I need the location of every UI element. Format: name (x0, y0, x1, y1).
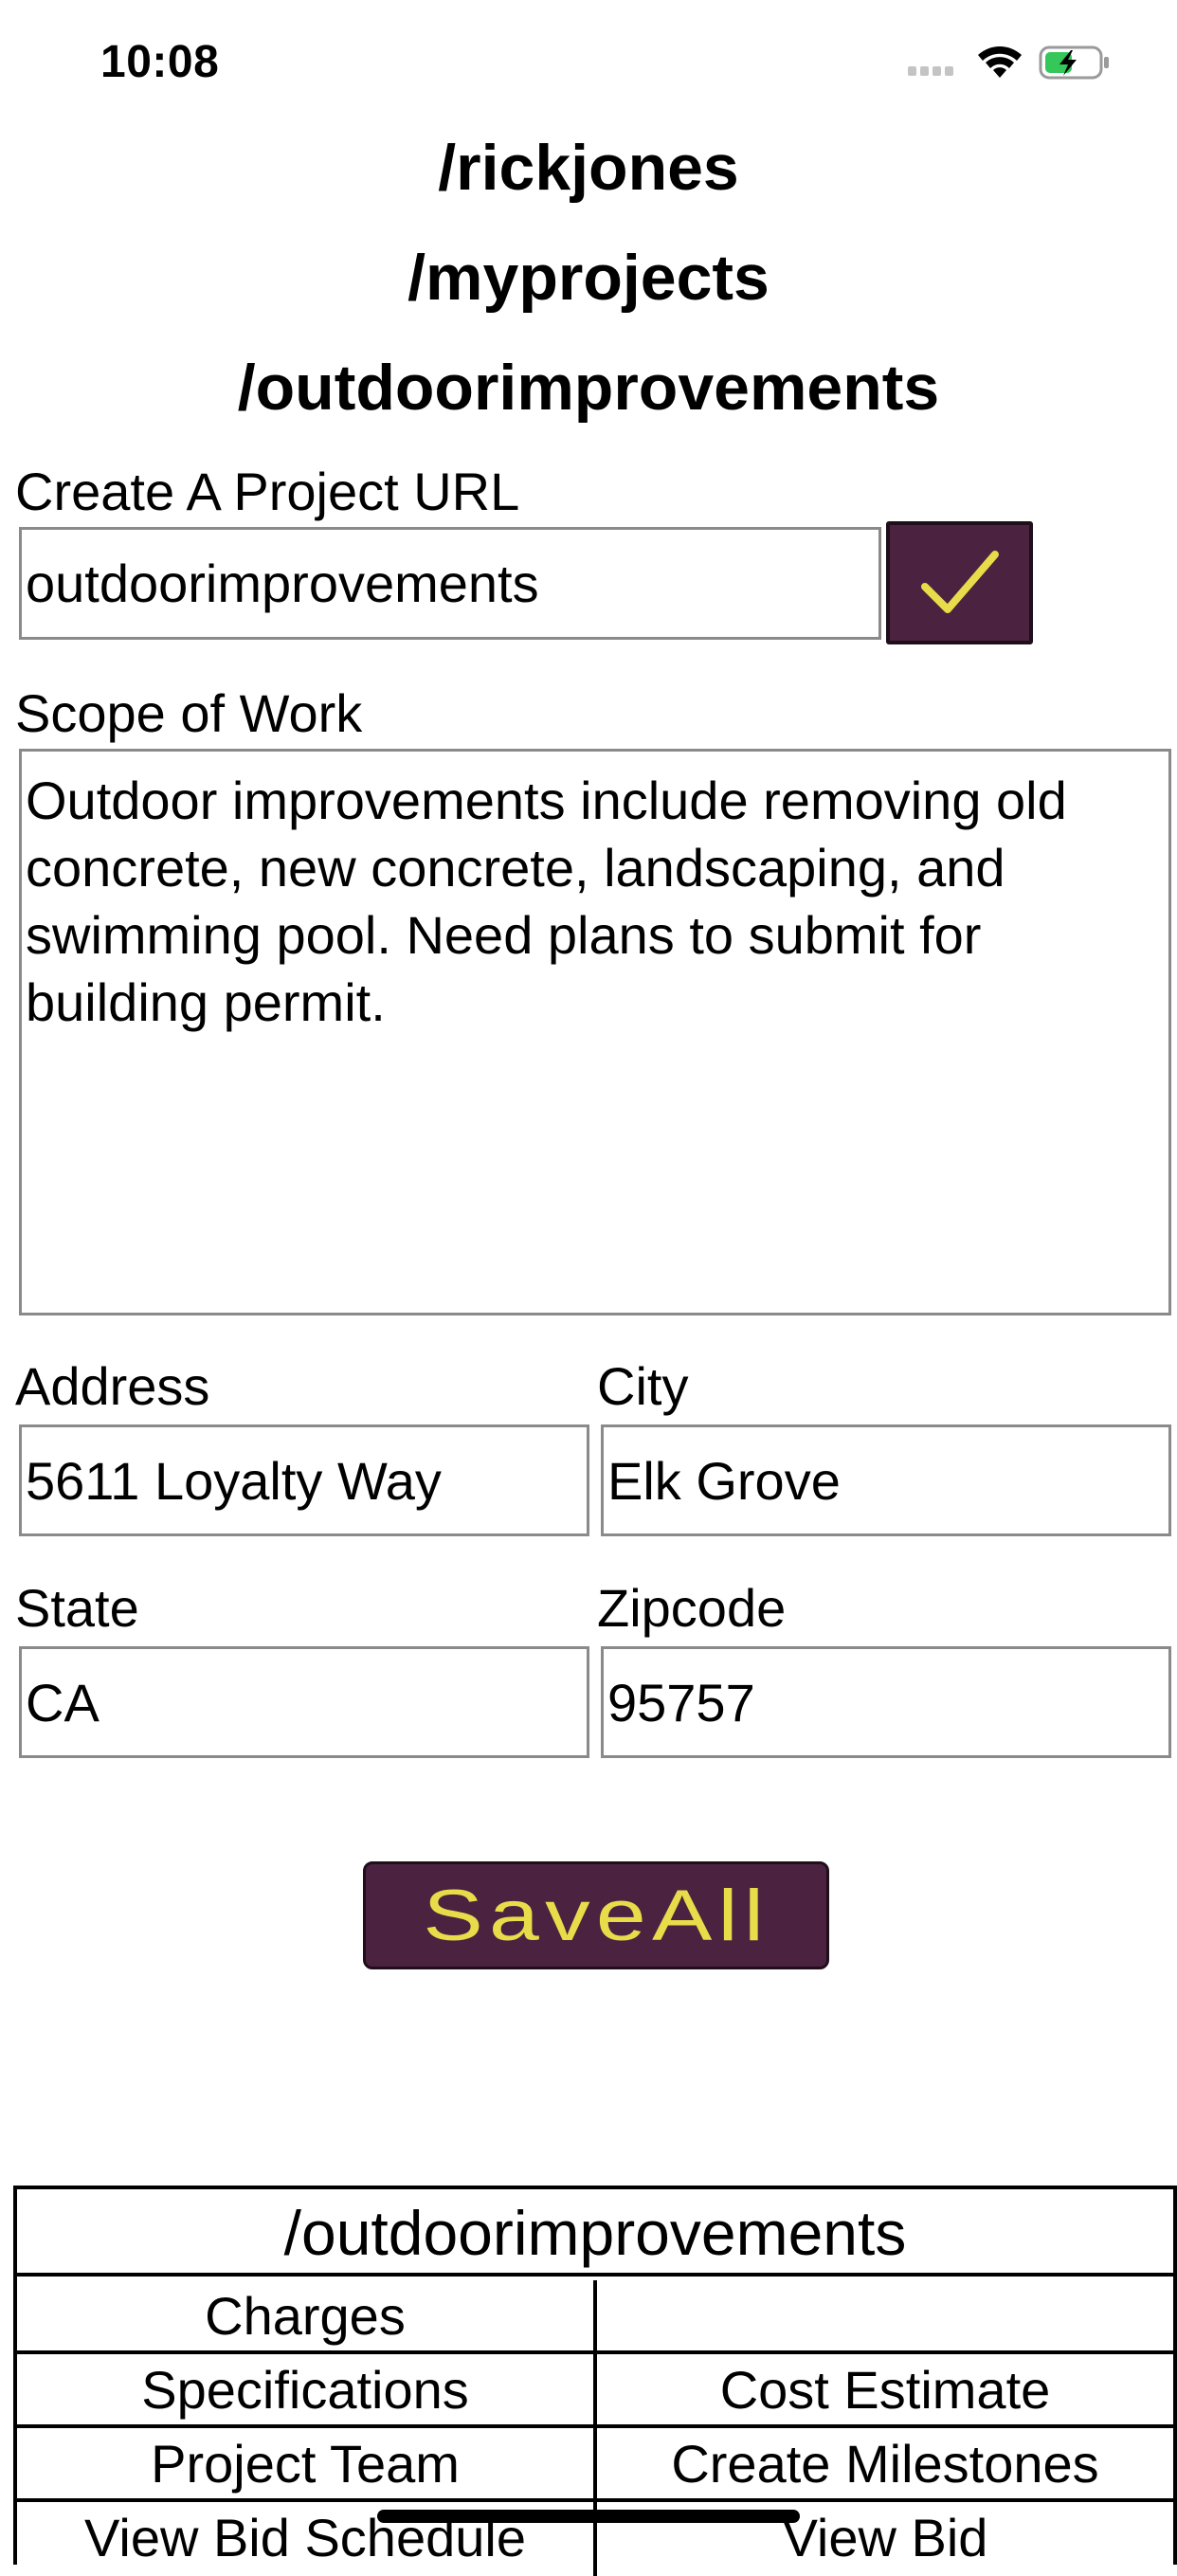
nav-project-team[interactable]: Project Team (17, 2428, 597, 2502)
path-section: /myprojects (407, 242, 770, 314)
nav-create-milestones[interactable]: Create Milestones (597, 2428, 1173, 2502)
scope-line: swimming pool. Need plans to submit for (26, 905, 982, 965)
city-input[interactable]: Elk Grove (601, 1424, 1171, 1536)
address-input[interactable]: 5611 Loyalty Way (19, 1424, 589, 1536)
address-label: Address (15, 1356, 210, 1416)
path-project: /outdoorimprovements (237, 352, 940, 424)
status-time: 10:08 (100, 37, 220, 87)
scope-line: concrete, new concrete, landscaping, and (26, 838, 1005, 898)
project-nav-table: /outdoorimprovements Charges Specificati… (13, 2186, 1177, 2576)
scope-line: Outdoor improvements include removing ol… (26, 771, 1067, 830)
scope-textarea[interactable]: Outdoor improvements include removing ol… (19, 749, 1171, 1315)
checkmark-icon (920, 551, 999, 613)
nav-empty-cell (597, 2280, 1173, 2354)
scope-label: Scope of Work (15, 683, 363, 743)
nav-cost-estimate[interactable]: Cost Estimate (597, 2354, 1173, 2428)
state-label: State (15, 1578, 139, 1638)
nav-specifications[interactable]: Specifications (17, 2354, 597, 2428)
city-label: City (597, 1356, 689, 1416)
zipcode-label: Zipcode (597, 1578, 787, 1638)
home-indicator[interactable] (377, 2510, 800, 2523)
nav-charges[interactable]: Charges (17, 2280, 597, 2354)
path-user: /rickjones (438, 132, 739, 204)
wifi-icon (978, 46, 1022, 78)
state-input[interactable]: CA (19, 1646, 589, 1758)
save-all-button[interactable]: SaveAll (363, 1861, 829, 1969)
project-url-label: Create A Project URL (15, 462, 520, 521)
confirm-url-button[interactable] (886, 521, 1033, 644)
nav-title[interactable]: /outdoorimprovements (17, 2189, 1173, 2277)
battery-icon (1039, 45, 1109, 80)
scope-line: building permit. (26, 972, 386, 1032)
cellular-signal-icon (908, 66, 953, 76)
zipcode-input[interactable]: 95757 (601, 1646, 1171, 1758)
status-icons (900, 42, 1118, 83)
save-all-label: SaveAll (423, 1875, 770, 1956)
project-url-input[interactable]: outdoorimprovements (19, 527, 881, 640)
